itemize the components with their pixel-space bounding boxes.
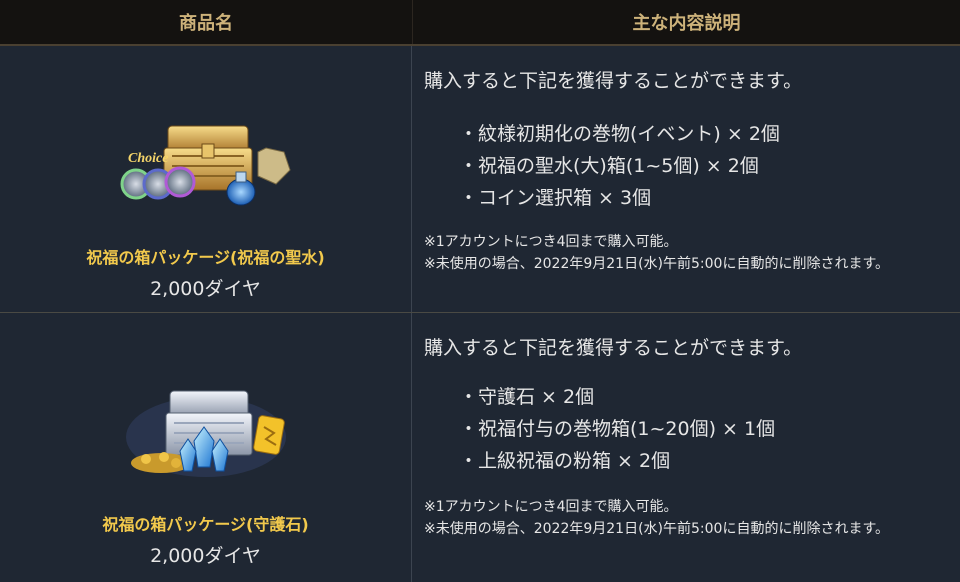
- list-item: ・上級祝福の粉箱 × 2個: [459, 450, 671, 472]
- notes: ※1アカウントにつき4回まで購入可能。 ※未使用の場合、2022年9月21日(水…: [424, 231, 954, 275]
- package-table: 商品名 主な内容説明 Choice 祝福の箱パッケージ(祝福の聖水) 2,000…: [0, 0, 960, 582]
- product-name: 祝福の箱パッケージ(祝福の聖水): [86, 248, 325, 267]
- table-row: Choice 祝福の箱パッケージ(祝福の聖水) 2,000ダイヤ 購入すると下記…: [0, 46, 960, 313]
- item-list: ・守護石 × 2個 ・祝福付与の巻物箱(1~20個) × 1個 ・上級祝福の粉箱…: [459, 381, 775, 477]
- header-product-name: 商品名: [0, 0, 413, 44]
- list-item: ・祝福付与の巻物箱(1~20個) × 1個: [459, 418, 776, 440]
- table-row: 祝福の箱パッケージ(守護石) 2,000ダイヤ 購入すると下記を獲得することがで…: [0, 313, 960, 582]
- description-intro: 購入すると下記を獲得することができます。: [424, 337, 803, 359]
- description-intro: 購入すると下記を獲得することができます。: [424, 70, 803, 92]
- note-purchase-limit: ※1アカウントにつき4回まで購入可能。: [424, 499, 678, 515]
- blessing-box-guardian-stone-icon: [125, 390, 286, 477]
- list-item: ・コイン選択箱 × 3個: [459, 187, 652, 209]
- product-name: 祝福の箱パッケージ(守護石): [102, 515, 309, 534]
- svg-text:Choice: Choice: [128, 151, 168, 166]
- note-expiry: ※未使用の場合、2022年9月21日(水)午前5:00に自動的に削除されます。: [424, 256, 890, 272]
- description-cell: 購入すると下記を獲得することができます。 ・紋様初期化の巻物(イベント) × 2…: [412, 46, 960, 312]
- blessing-box-holy-water-icon: Choice: [120, 125, 291, 206]
- note-purchase-limit: ※1アカウントにつき4回まで購入可能。: [424, 234, 678, 250]
- list-item: ・紋様初期化の巻物(イベント) × 2個: [459, 123, 780, 145]
- table-header: 商品名 主な内容説明: [0, 0, 960, 46]
- product-cell: Choice 祝福の箱パッケージ(祝福の聖水) 2,000ダイヤ: [0, 46, 412, 312]
- item-list: ・紋様初期化の巻物(イベント) × 2個 ・祝福の聖水(大)箱(1~5個) × …: [459, 118, 780, 214]
- product-price: 2,000ダイヤ: [150, 545, 261, 567]
- description-cell: 購入すると下記を獲得することができます。 ・守護石 × 2個 ・祝福付与の巻物箱…: [412, 313, 960, 582]
- product-cell: 祝福の箱パッケージ(守護石) 2,000ダイヤ: [0, 313, 412, 582]
- product-price: 2,000ダイヤ: [150, 278, 261, 300]
- header-description: 主な内容説明: [632, 13, 741, 34]
- list-item: ・守護石 × 2個: [459, 386, 595, 408]
- list-item: ・祝福の聖水(大)箱(1~5個) × 2個: [459, 155, 759, 177]
- notes: ※1アカウントにつき4回まで購入可能。 ※未使用の場合、2022年9月21日(水…: [424, 496, 954, 540]
- note-expiry: ※未使用の場合、2022年9月21日(水)午前5:00に自動的に削除されます。: [424, 521, 890, 537]
